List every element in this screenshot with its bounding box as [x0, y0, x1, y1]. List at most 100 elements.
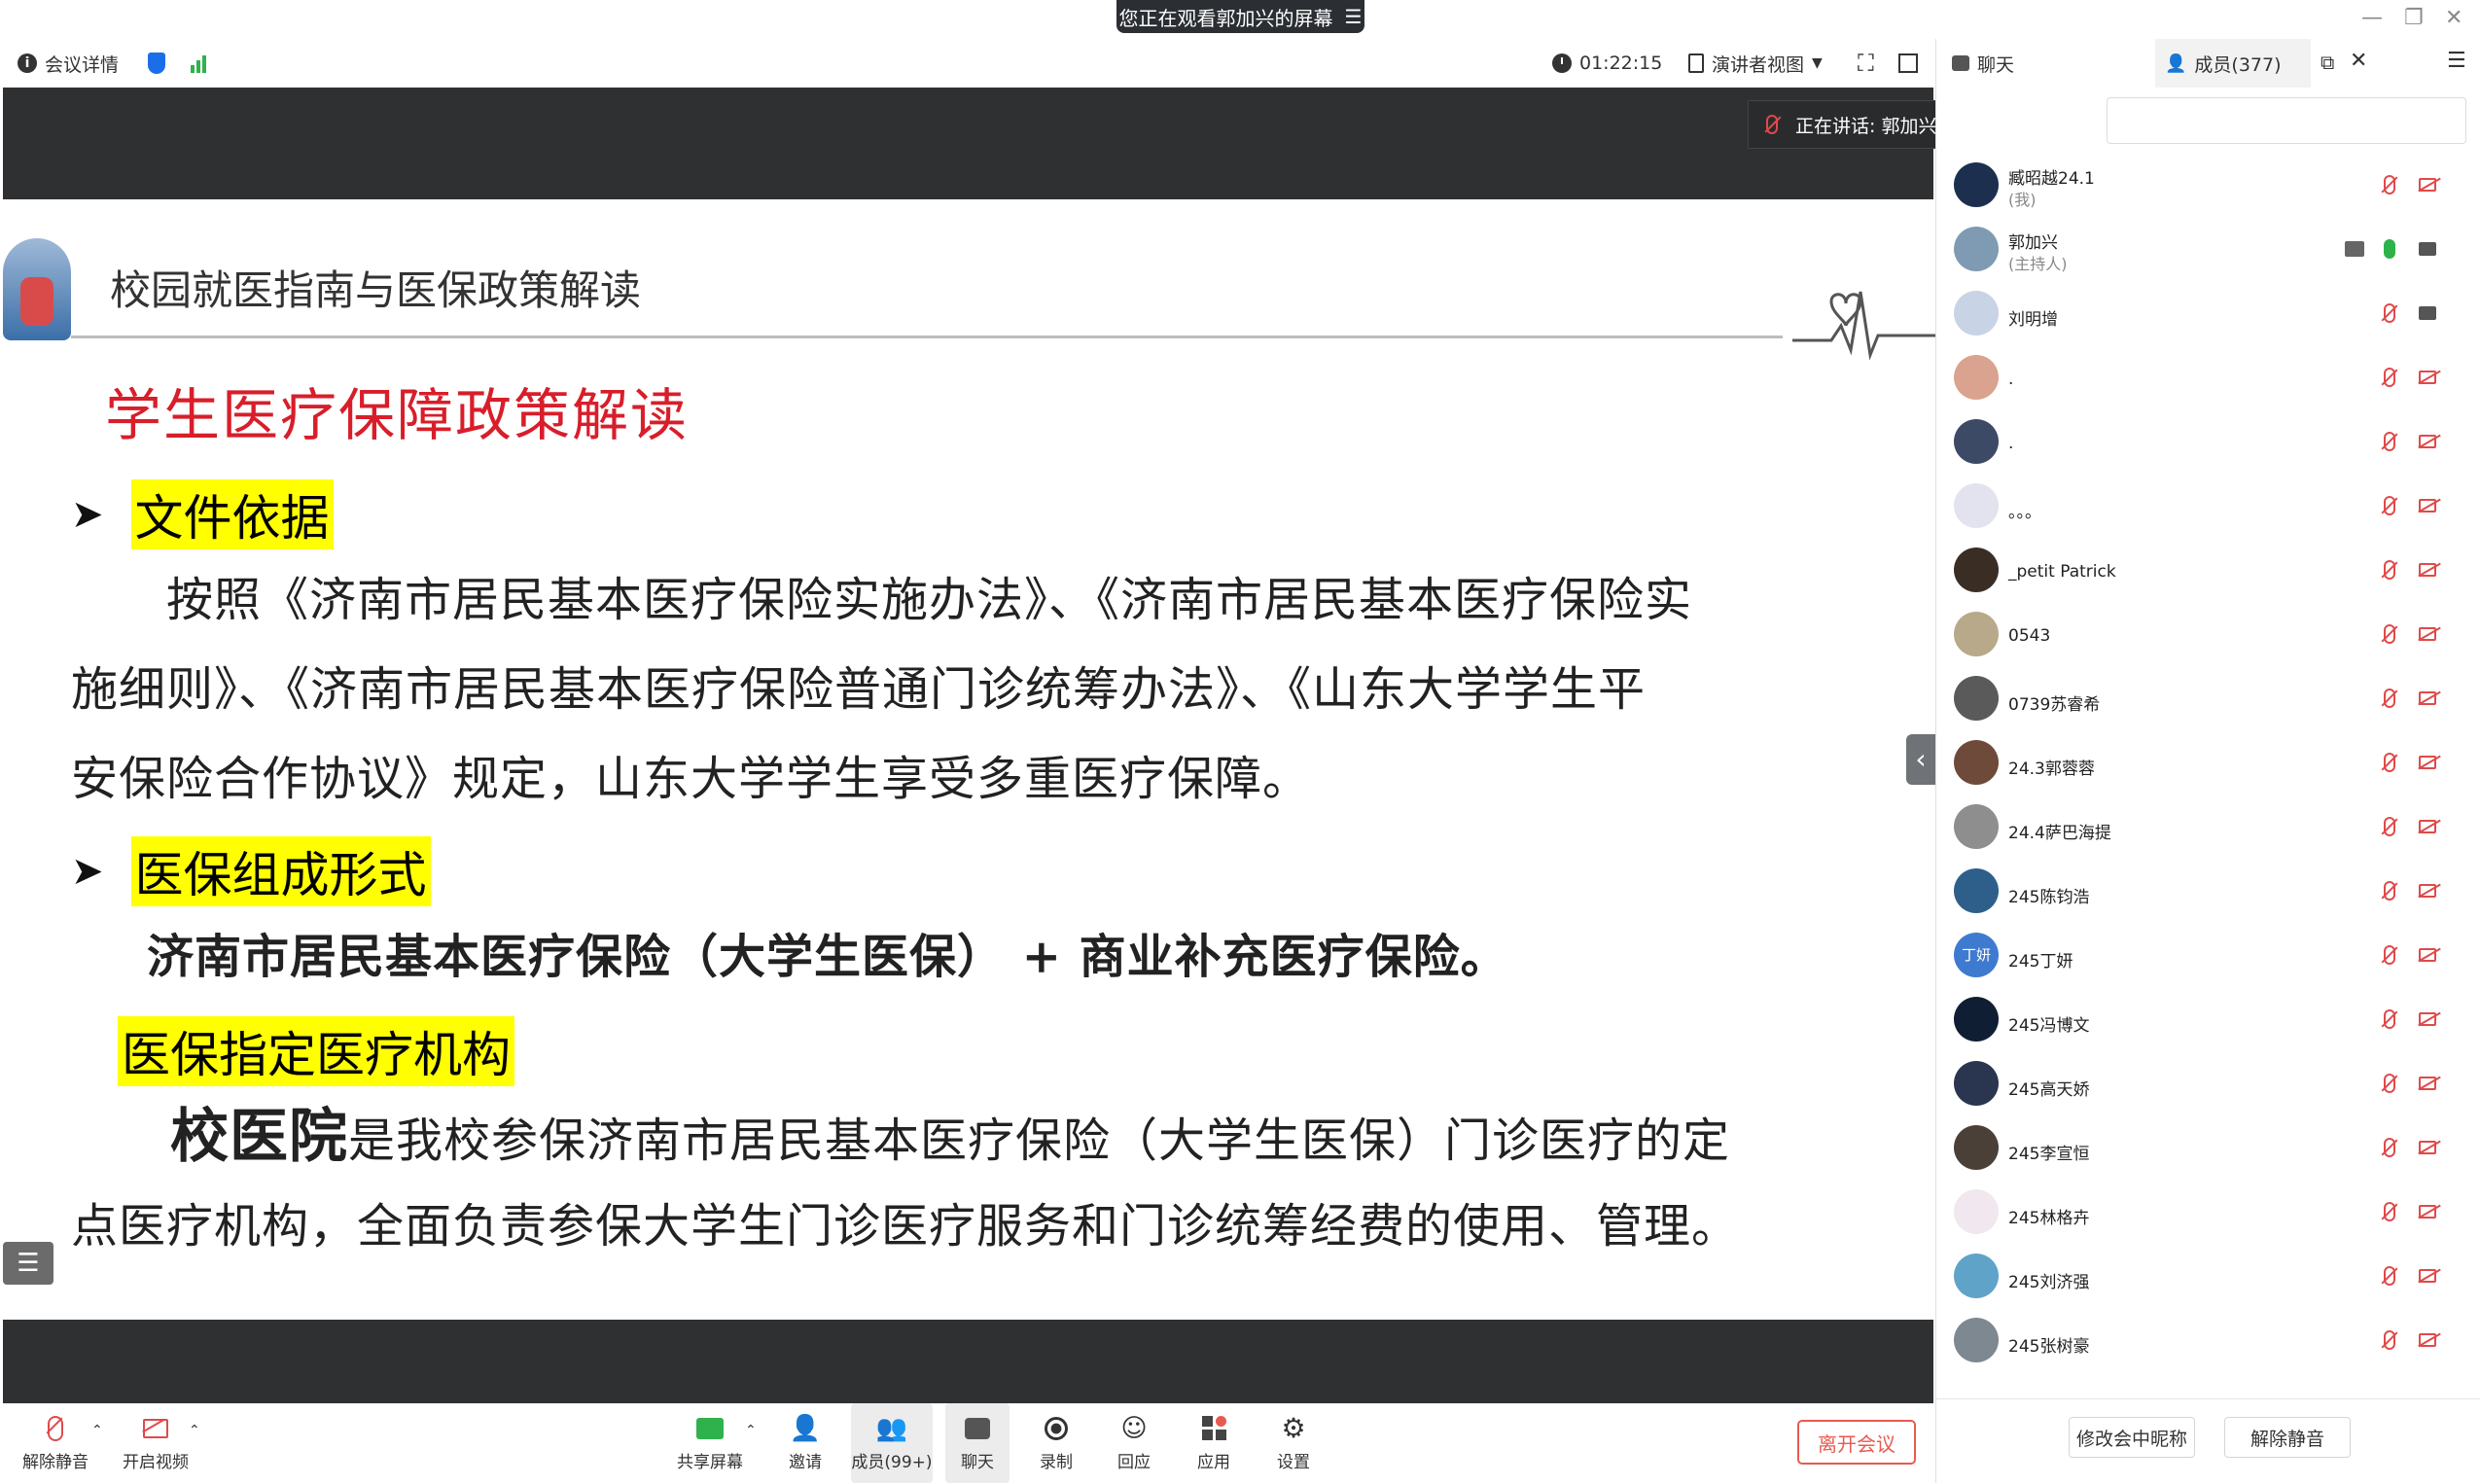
- member-row[interactable]: 24.4萨巴海提: [1936, 797, 2480, 862]
- member-row[interactable]: 245刘济强: [1936, 1247, 2480, 1311]
- camera-on-icon[interactable]: [2419, 306, 2436, 320]
- member-row[interactable]: 0739苏睿希: [1936, 669, 2480, 733]
- mic-muted-icon[interactable]: [2384, 175, 2395, 194]
- chevron-up-icon[interactable]: ⌃: [91, 1423, 103, 1438]
- mic-muted-icon[interactable]: [2384, 1266, 2395, 1286]
- pop-out-icon[interactable]: ⧉: [2321, 51, 2334, 74]
- record-button[interactable]: 录制: [1029, 1403, 1083, 1483]
- camera-off-icon[interactable]: [2419, 371, 2436, 384]
- mic-muted-icon[interactable]: [2384, 1009, 2395, 1029]
- avatar: [1954, 676, 1999, 721]
- camera-off-icon[interactable]: [2419, 1141, 2436, 1154]
- security-indicator[interactable]: [148, 39, 165, 88]
- restore-icon[interactable]: ❐: [2404, 6, 2424, 30]
- close-panel-icon[interactable]: ✕: [2350, 49, 2367, 73]
- reactions-button[interactable]: ☺ 回应: [1107, 1403, 1161, 1483]
- mic-muted-icon[interactable]: [2384, 624, 2395, 644]
- camera-off-icon[interactable]: [2419, 1269, 2436, 1283]
- tab-chat[interactable]: 聊天: [1944, 39, 2117, 88]
- camera-off-icon[interactable]: [2419, 820, 2436, 833]
- mic-muted-icon[interactable]: [2384, 1138, 2395, 1157]
- member-row[interactable]: 245高天娇: [1936, 1054, 2480, 1118]
- settings-label: 设置: [1277, 1452, 1310, 1472]
- mic-muted-icon[interactable]: [2384, 689, 2395, 708]
- camera-off-icon[interactable]: [2419, 756, 2436, 769]
- mic-muted-icon[interactable]: [2384, 817, 2395, 836]
- timer-text: 01:22:15: [1579, 53, 1663, 74]
- more-menu-icon[interactable]: ☰: [2447, 49, 2466, 73]
- start-video-button[interactable]: 开启视频: [117, 1403, 195, 1483]
- camera-off-icon[interactable]: [2419, 435, 2436, 448]
- member-row[interactable]: 刘明增: [1936, 284, 2480, 348]
- member-row[interactable]: .: [1936, 412, 2480, 477]
- list-outline-button[interactable]: ☰: [3, 1242, 53, 1285]
- camera-off-icon[interactable]: [2419, 1012, 2436, 1026]
- leave-meeting-button[interactable]: 离开会议: [1797, 1420, 1916, 1465]
- member-row[interactable]: 。。。: [1936, 477, 2480, 541]
- member-row[interactable]: 郭加兴 (主持人): [1936, 220, 2480, 284]
- mic-muted-icon[interactable]: [2384, 1330, 2395, 1350]
- unmute-self-button[interactable]: 解除静音: [2224, 1417, 2351, 1458]
- watching-screen-banner[interactable]: 您正在观看郭加兴的屏幕 ☰: [1116, 0, 1364, 33]
- member-row[interactable]: .: [1936, 348, 2480, 412]
- camera-off-icon[interactable]: [2419, 563, 2436, 577]
- mic-muted-icon[interactable]: [2384, 945, 2395, 965]
- apps-button[interactable]: 应用: [1187, 1403, 1241, 1483]
- layout-button[interactable]: [1898, 39, 1918, 88]
- member-row[interactable]: 丁妍 245丁妍: [1936, 926, 2480, 990]
- camera-off-icon[interactable]: [2419, 627, 2436, 641]
- mic-muted-icon[interactable]: [2384, 1202, 2395, 1221]
- member-name: 245刘济强: [2008, 1273, 2090, 1292]
- unmute-button[interactable]: 解除静音: [21, 1403, 89, 1483]
- camera-off-icon[interactable]: [2419, 1205, 2436, 1219]
- mic-muted-icon[interactable]: [2384, 496, 2395, 515]
- close-window-icon[interactable]: ✕: [2445, 6, 2462, 30]
- network-indicator[interactable]: [191, 39, 206, 88]
- camera-off-icon[interactable]: [2419, 948, 2436, 962]
- member-row[interactable]: 245林格卉: [1936, 1183, 2480, 1247]
- meeting-details-button[interactable]: i 会议详情: [18, 39, 119, 88]
- members-button[interactable]: 👥 成员(99+): [851, 1403, 933, 1483]
- member-row[interactable]: 245冯博文: [1936, 990, 2480, 1054]
- member-row[interactable]: 臧昭越24.1 (我): [1936, 156, 2480, 220]
- mic-muted-icon[interactable]: [2384, 560, 2395, 580]
- camera-on-icon[interactable]: [2419, 242, 2436, 256]
- minimize-icon[interactable]: —: [2361, 6, 2383, 30]
- member-row[interactable]: 245陈钧浩: [1936, 862, 2480, 926]
- slide-header-title: 校园就医指南与医保政策解读: [110, 266, 642, 314]
- mic-on-icon[interactable]: [2384, 239, 2395, 259]
- rename-in-meeting-button[interactable]: 修改会中昵称: [2069, 1417, 2195, 1458]
- camera-off-icon[interactable]: [2419, 1077, 2436, 1090]
- camera-off-icon[interactable]: [2419, 499, 2436, 512]
- mic-muted-icon[interactable]: [2384, 753, 2395, 772]
- member-row[interactable]: 24.3郭蓉蓉: [1936, 733, 2480, 797]
- tab-members[interactable]: 👤 成员(377): [2155, 39, 2311, 88]
- mic-muted-icon[interactable]: [2384, 432, 2395, 451]
- mic-muted-icon[interactable]: [2384, 881, 2395, 901]
- avatar: [1954, 804, 1999, 849]
- collapse-panel-button[interactable]: ‹: [1906, 734, 1935, 785]
- settings-button[interactable]: ⚙ 设置: [1266, 1403, 1321, 1483]
- member-search-input[interactable]: [2107, 97, 2466, 144]
- menu-icon[interactable]: ☰: [1345, 5, 1363, 28]
- camera-off-icon[interactable]: [2419, 1333, 2436, 1347]
- fullscreen-button[interactable]: ⛶: [1858, 39, 1874, 88]
- share-screen-button[interactable]: 共享屏幕: [671, 1403, 749, 1483]
- member-row[interactable]: 245李宣恒: [1936, 1118, 2480, 1183]
- camera-off-icon[interactable]: [2419, 691, 2436, 705]
- chat-button[interactable]: 聊天: [945, 1403, 1010, 1483]
- invite-button[interactable]: 👤 邀请: [778, 1403, 833, 1483]
- mic-muted-icon[interactable]: [2384, 303, 2395, 323]
- mic-muted-icon[interactable]: [2384, 1074, 2395, 1093]
- chevron-up-icon[interactable]: ⌃: [745, 1423, 757, 1438]
- member-row[interactable]: 0543: [1936, 605, 2480, 669]
- record-icon: [1045, 1416, 1068, 1440]
- member-row[interactable]: _petit Patrick: [1936, 541, 2480, 605]
- camera-off-icon[interactable]: [2419, 884, 2436, 898]
- view-mode-dropdown[interactable]: 演讲者视图 ▼: [1688, 39, 1823, 88]
- mic-muted-icon[interactable]: [2384, 368, 2395, 387]
- chevron-up-icon[interactable]: ⌃: [189, 1423, 200, 1438]
- avatar: [1954, 612, 1999, 656]
- camera-off-icon[interactable]: [2419, 178, 2436, 192]
- member-row[interactable]: 245张树豪: [1936, 1311, 2480, 1375]
